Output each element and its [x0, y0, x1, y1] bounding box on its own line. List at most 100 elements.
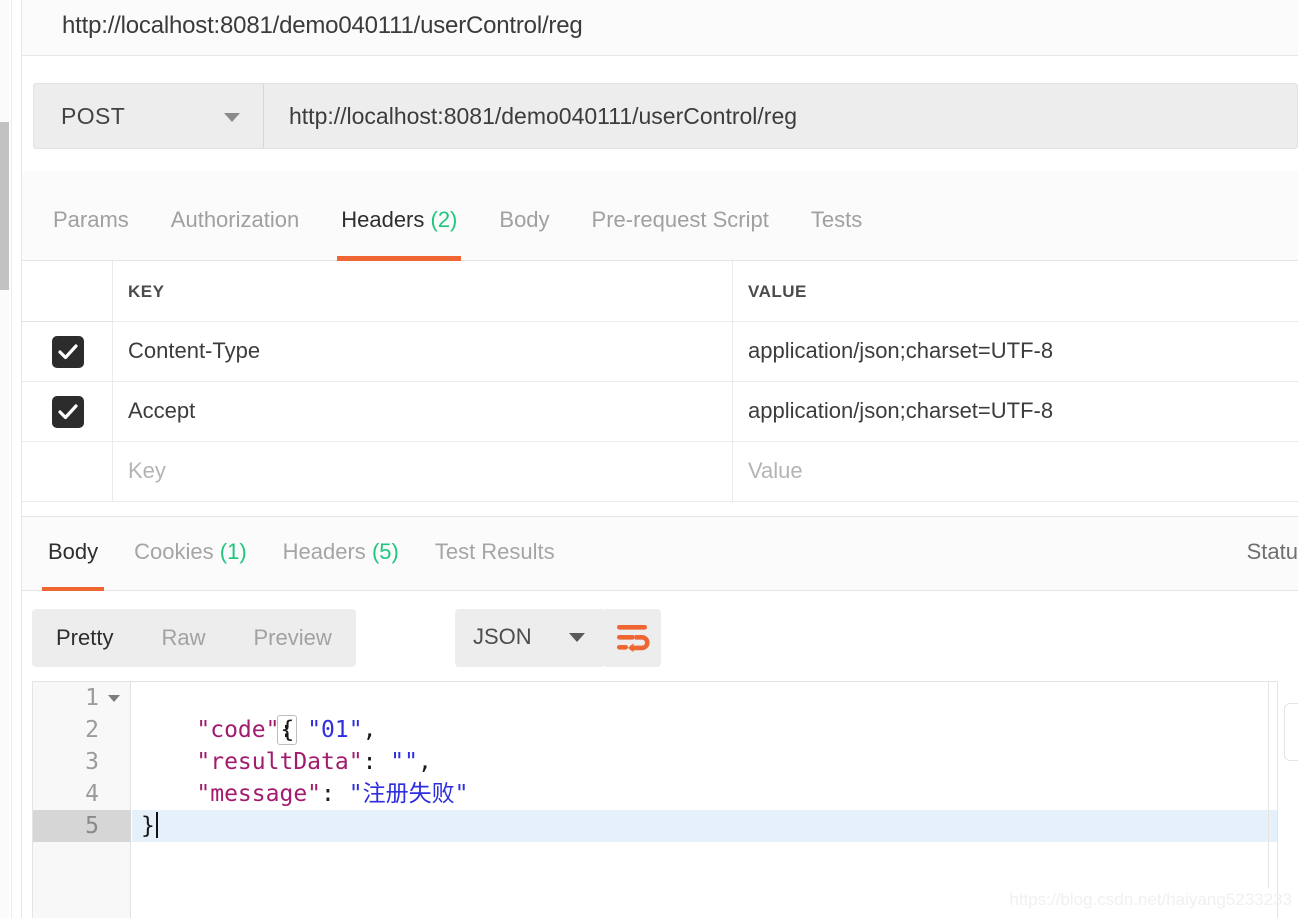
column-header-key: KEY [128, 282, 165, 301]
response-tab-cookies-count: (1) [219, 539, 247, 564]
view-mode-group: Pretty Raw Preview [32, 609, 356, 667]
response-body-editor[interactable]: 1 2 3 4 5 { "code": "01", "resultData": … [32, 681, 1278, 888]
status-badge: Statu [1246, 539, 1298, 564]
code-line: } [132, 810, 1277, 842]
code-comma: , [417, 749, 432, 775]
more-options-icon: ⋮ [1294, 717, 1298, 735]
view-mode-preview[interactable]: Preview [229, 609, 355, 667]
column-header-value: VALUE [748, 282, 807, 301]
code-json-key: "code" [196, 717, 280, 743]
line-number[interactable]: 2 [33, 714, 131, 746]
code-json-value: "注册失败" [348, 781, 469, 807]
response-tab-headers[interactable]: Headers (5) [265, 517, 417, 592]
row-value-cell[interactable]: application/json;charset=UTF-8 [733, 382, 1298, 442]
code-close-brace: } [141, 813, 155, 839]
line-number-text: 1 [85, 685, 99, 711]
editor-right-border [1268, 681, 1269, 888]
code-colon: : [362, 749, 391, 775]
row-key-text: Accept [128, 398, 196, 423]
request-tabs: Params Authorization Headers (2) Body Pr… [22, 171, 1298, 261]
tab-pre-request-script-label: Pre-request Script [591, 207, 769, 232]
response-tab-test-results[interactable]: Test Results [417, 517, 573, 592]
tab-tests-label: Tests [810, 207, 863, 232]
row-key-cell[interactable]: Accept [113, 382, 733, 442]
watermark: https://blog.csdn.net/haiyang5233233 [1009, 890, 1292, 909]
line-number[interactable]: 1 [33, 682, 131, 714]
row-value-text: application/json;charset=UTF-8 [748, 338, 1054, 363]
response-tab-test-results-label: Test Results [434, 539, 555, 564]
row-checkbox-cell[interactable] [22, 382, 113, 442]
editor-overlay-button[interactable]: ⋮ [1284, 703, 1298, 761]
vertical-scrollbar-thumb[interactable] [0, 122, 9, 290]
request-url-input[interactable]: http://localhost:8081/demo040111/userCon… [263, 83, 1298, 149]
http-method-label: POST [61, 103, 126, 129]
chevron-down-icon [224, 113, 240, 122]
code-line: "code": "01", [132, 714, 1277, 746]
code-line: "resultData": "", [132, 746, 1277, 778]
code-colon: : [279, 717, 308, 743]
tab-params[interactable]: Params [32, 171, 150, 261]
postman-window: http://localhost:8081/demo040111/userCon… [0, 0, 1298, 918]
editor-code-area[interactable]: { "code": "01", "resultData": "", "messa… [132, 682, 1277, 888]
response-viewer-toolbar: Pretty Raw Preview JSON [22, 591, 1298, 681]
header-cell-key: KEY [113, 261, 733, 322]
response-tab-cookies[interactable]: Cookies (1) [116, 517, 265, 592]
response-tab-body-label: Body [48, 539, 99, 564]
tab-body[interactable]: Body [478, 171, 570, 261]
format-label: JSON [473, 624, 532, 649]
editor-bottom-gutter [33, 888, 131, 918]
tab-tests[interactable]: Tests [790, 171, 883, 261]
code-json-key: "message" [196, 781, 322, 807]
row-key-cell[interactable]: Key [113, 442, 733, 502]
row-value-cell[interactable]: application/json;charset=UTF-8 [733, 322, 1298, 382]
fold-triangle-icon[interactable] [108, 695, 120, 702]
row-key-text: Content-Type [128, 338, 261, 363]
row-key-cell[interactable]: Content-Type [113, 322, 733, 382]
view-mode-raw[interactable]: Raw [137, 609, 229, 667]
word-wrap-button[interactable] [603, 609, 661, 667]
code-json-value: "" [390, 749, 418, 775]
tab-pre-request-script[interactable]: Pre-request Script [571, 171, 790, 261]
table-row: Accept application/json;charset=UTF-8 [22, 382, 1298, 442]
table-header-row: KEY VALUE [22, 261, 1298, 322]
headers-table: KEY VALUE Content-Type application/json;… [22, 261, 1298, 506]
header-cell-checkbox [22, 261, 113, 322]
tab-authorization[interactable]: Authorization [150, 171, 320, 261]
request-url-row: POST http://localhost:8081/demo040111/us… [22, 56, 1298, 171]
response-tab-cookies-label: Cookies [134, 539, 214, 564]
left-rail [0, 0, 22, 918]
tab-headers-label: Headers [341, 207, 425, 232]
word-wrap-icon [617, 625, 650, 653]
chevron-down-icon [569, 633, 585, 642]
code-comma: , [362, 717, 377, 743]
line-number[interactable]: 5 [33, 810, 131, 842]
check-icon[interactable] [52, 396, 84, 428]
request-url-text: http://localhost:8081/demo040111/userCon… [289, 103, 798, 129]
row-value-cell[interactable]: Value [733, 442, 1298, 502]
tab-headers-count: (2) [430, 207, 458, 232]
row-checkbox-cell[interactable] [22, 442, 113, 502]
line-number[interactable]: 3 [33, 746, 131, 778]
row-value-text: application/json;charset=UTF-8 [748, 398, 1054, 423]
titlebar: http://localhost:8081/demo040111/userCon… [22, 0, 1298, 56]
page-title: http://localhost:8081/demo040111/userCon… [62, 12, 583, 39]
http-method-select[interactable]: POST [33, 83, 264, 149]
line-number[interactable]: 4 [33, 778, 131, 810]
main-column: http://localhost:8081/demo040111/userCon… [22, 0, 1298, 918]
text-cursor [155, 812, 158, 838]
response-tab-headers-label: Headers [282, 539, 366, 564]
row-checkbox-cell[interactable] [22, 322, 113, 382]
format-select[interactable]: JSON [455, 609, 605, 667]
code-json-value: "01" [307, 717, 363, 743]
view-mode-pretty[interactable]: Pretty [32, 609, 137, 667]
response-tab-body[interactable]: Body [30, 517, 116, 592]
tab-headers[interactable]: Headers (2) [320, 171, 478, 261]
rail-divider [11, 0, 12, 918]
vertical-scrollbar-track[interactable] [0, 0, 9, 918]
row-value-placeholder: Value [748, 458, 803, 483]
check-icon[interactable] [52, 336, 84, 368]
response-tabs: Body Cookies (1) Headers (5) Test Result… [22, 516, 1298, 592]
